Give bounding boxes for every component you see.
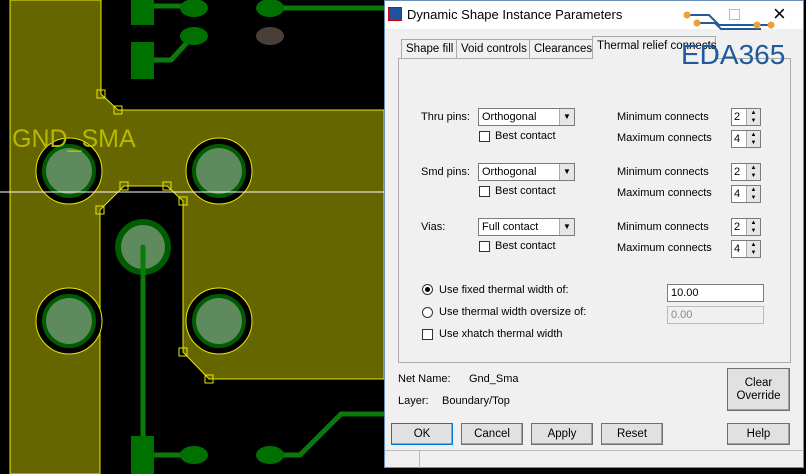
chevron-down-icon[interactable]: ▼ — [559, 219, 574, 235]
tab-void-controls[interactable]: Void controls — [456, 39, 532, 59]
reset-button[interactable]: Reset — [601, 423, 663, 445]
net-label: GND_SMA — [12, 125, 136, 153]
tab-shape-fill[interactable]: Shape fill — [401, 39, 459, 59]
eda365-watermark: EDA365 — [681, 39, 786, 70]
vias-best-contact-checkbox[interactable] — [479, 241, 490, 252]
net-name-value: Gnd_Sma — [469, 373, 519, 385]
status-divider — [419, 451, 420, 468]
help-button[interactable]: Help — [727, 423, 790, 445]
vias-best-contact-label: Best contact — [495, 240, 556, 252]
oversize-width-input[interactable]: 0.00 — [667, 306, 764, 324]
fixed-width-label: Use fixed thermal width of: — [439, 284, 569, 296]
select-value: Orthogonal — [482, 111, 537, 123]
maximize-icon[interactable] — [729, 9, 740, 20]
close-icon[interactable]: × — [773, 1, 786, 27]
pad — [35, 287, 103, 355]
pad — [185, 137, 253, 205]
fixed-width-input[interactable]: 10.00 — [667, 284, 764, 302]
thru-max-label: Maximum connects — [617, 132, 712, 144]
smd-best-contact-checkbox[interactable] — [479, 186, 490, 197]
pad — [185, 287, 253, 355]
chevron-down-icon[interactable]: ▼ — [559, 109, 574, 125]
layer-value: Boundary/Top — [442, 395, 510, 407]
vias-min-label: Minimum connects — [617, 221, 709, 233]
cancel-button[interactable]: Cancel — [461, 423, 523, 445]
oversize-width-label: Use thermal width oversize of: — [439, 306, 587, 318]
net-name-label: Net Name: — [398, 373, 451, 385]
vias-min-spinner[interactable]: 2 ▲ ▼ — [731, 218, 761, 236]
thru-max-spinner[interactable]: 4 ▲ ▼ — [731, 130, 761, 148]
title-bar[interactable]: Dynamic Shape Instance Parameters × — [385, 1, 803, 30]
layer-label: Layer: — [398, 395, 429, 407]
vias-select[interactable]: Full contact ▼ — [478, 218, 575, 236]
thru-pins-label: Thru pins: — [421, 111, 470, 123]
clear-override-line2: Override — [736, 390, 781, 402]
dynamic-shape-dialog: Dynamic Shape Instance Parameters × Shap… — [384, 0, 804, 468]
thru-pins-select[interactable]: Orthogonal ▼ — [478, 108, 575, 126]
xhatch-checkbox[interactable] — [422, 329, 433, 340]
vias-max-spinner[interactable]: 4 ▲ ▼ — [731, 240, 761, 258]
thru-min-spinner[interactable]: 2 ▲ ▼ — [731, 108, 761, 126]
clear-override-line1: Clear — [744, 377, 773, 389]
smd-pins-select[interactable]: Orthogonal ▼ — [478, 163, 575, 181]
dialog-title: Dynamic Shape Instance Parameters — [407, 7, 623, 22]
vias-max-label: Maximum connects — [617, 242, 712, 254]
smd-max-spinner[interactable]: 4 ▲ ▼ — [731, 185, 761, 203]
vias-label: Vias: — [421, 221, 446, 233]
apply-button[interactable]: Apply — [531, 423, 593, 445]
thru-min-label: Minimum connects — [617, 111, 709, 123]
ok-button[interactable]: OK — [391, 423, 453, 445]
smd-pins-label: Smd pins: — [421, 166, 470, 178]
smd-min-spinner[interactable]: 2 ▲ ▼ — [731, 163, 761, 181]
oversize-width-radio[interactable] — [422, 307, 433, 318]
xhatch-label: Use xhatch thermal width — [439, 328, 563, 340]
pcb-canvas[interactable]: GND_SMA — [0, 0, 384, 474]
tab-clearances[interactable]: Clearances — [529, 39, 598, 59]
thru-best-contact-label: Best contact — [495, 130, 556, 142]
app-icon — [388, 7, 402, 21]
clear-override-button[interactable]: Clear Override — [727, 368, 790, 411]
smd-min-label: Minimum connects — [617, 166, 709, 178]
chevron-down-icon[interactable]: ▼ — [559, 164, 574, 180]
select-value: Full contact — [482, 221, 539, 233]
thru-best-contact-checkbox[interactable] — [479, 131, 490, 142]
smd-max-label: Maximum connects — [617, 187, 712, 199]
fixed-width-radio[interactable] — [422, 284, 433, 295]
status-bar — [385, 450, 803, 468]
select-value: Orthogonal — [482, 166, 537, 178]
smd-best-contact-label: Best contact — [495, 185, 556, 197]
